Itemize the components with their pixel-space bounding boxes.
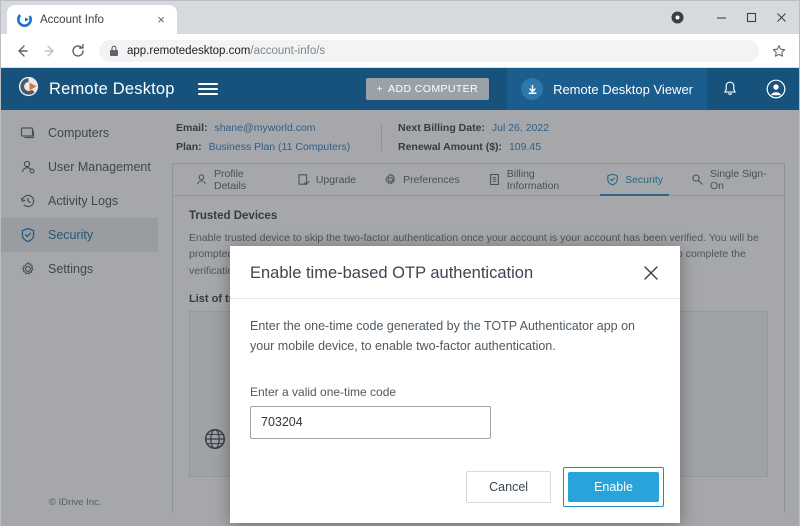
otp-field-label: Enter a valid one-time code — [250, 384, 397, 399]
cancel-button[interactable]: Cancel — [466, 470, 552, 503]
window-minimize-button[interactable] — [707, 3, 735, 33]
remote-desktop-favicon — [17, 12, 32, 27]
download-circle-icon — [521, 78, 544, 100]
url-text: app.remotedesktop.com/account-info/s — [127, 45, 325, 57]
viewer-label: Remote Desktop Viewer — [553, 81, 693, 97]
enable-button-focus-ring: Enable — [563, 466, 664, 507]
modal-description: Enter the one-time code generated by the… — [250, 319, 635, 354]
close-icon[interactable]: × — [153, 12, 169, 28]
add-computer-label: ADD COMPUTER — [388, 83, 479, 95]
hamburger-icon[interactable] — [197, 83, 218, 95]
lock-icon — [109, 45, 119, 57]
brand-name: Remote Desktop — [49, 79, 175, 98]
modal-body: Enter the one-time code generated by the… — [230, 299, 680, 445]
brand[interactable]: Remote Desktop — [1, 75, 218, 103]
bookmark-star-icon[interactable] — [767, 39, 791, 63]
window-controls — [663, 1, 795, 34]
enable-button[interactable]: Enable — [568, 471, 659, 502]
window-close-button[interactable] — [767, 3, 795, 33]
remote-desktop-viewer-button[interactable]: Remote Desktop Viewer — [507, 68, 707, 110]
modal-footer: Cancel Enable — [230, 445, 680, 523]
browser-tab-strip: Account Info × — [1, 1, 799, 34]
reload-icon[interactable] — [65, 38, 91, 64]
url-path: /account-info/s — [250, 44, 326, 57]
browser-window: Account Info × app.remotedesktop.com/acc… — [0, 0, 800, 526]
window-maximize-button[interactable] — [737, 3, 765, 33]
user-avatar-icon[interactable] — [753, 68, 799, 110]
address-bar[interactable]: app.remotedesktop.com/account-info/s — [99, 39, 759, 62]
profile-dot-icon[interactable] — [663, 3, 691, 33]
browser-tab-title: Account Info — [40, 13, 104, 26]
modal-header: Enable time-based OTP authentication — [230, 246, 680, 299]
plus-icon: + — [376, 83, 384, 95]
otp-modal: Enable time-based OTP authentication Ent… — [230, 246, 680, 523]
forward-icon[interactable] — [37, 38, 63, 64]
notification-bell-icon[interactable] — [707, 68, 753, 110]
app-header-right: + ADD COMPUTER Remote Desktop Viewer — [365, 68, 799, 110]
browser-tab[interactable]: Account Info × — [7, 5, 177, 34]
url-domain: app.remotedesktop.com — [127, 44, 251, 57]
web-application: Remote Desktop + ADD COMPUTER Remote Des… — [1, 68, 799, 526]
add-computer-button[interactable]: + ADD COMPUTER — [365, 78, 490, 100]
back-icon[interactable] — [9, 38, 35, 64]
modal-title: Enable time-based OTP authentication — [250, 263, 534, 282]
browser-toolbar: app.remotedesktop.com/account-info/s — [1, 34, 799, 68]
close-icon[interactable] — [640, 262, 662, 284]
otp-input[interactable] — [250, 405, 491, 439]
remote-desktop-logo-icon — [17, 75, 40, 103]
app-header: Remote Desktop + ADD COMPUTER Remote Des… — [1, 68, 799, 110]
